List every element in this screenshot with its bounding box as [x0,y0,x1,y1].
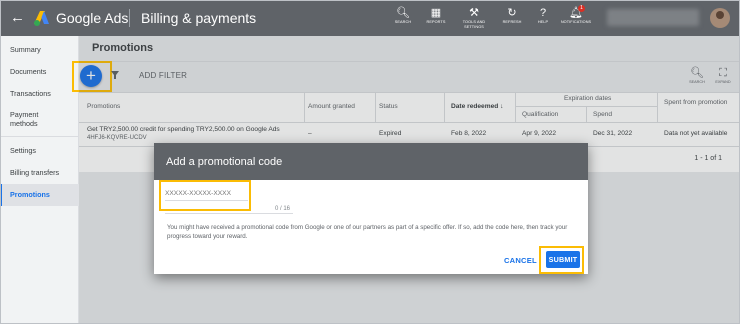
promo-code-input[interactable] [165,187,248,201]
sidebar-item-payment-methods[interactable]: Payment methods [0,110,60,130]
search-tool-button[interactable]: 🔍︎ SEARCH [386,6,420,25]
avatar[interactable] [710,8,730,28]
sidebar-divider [0,136,79,137]
sidebar-item-billing-transfers[interactable]: Billing transfers [0,168,79,179]
sidebar-item-transactions[interactable]: Transactions [0,89,79,100]
refresh-icon: ↻ [507,7,517,19]
google-ads-logo-icon [34,11,49,26]
top-bar: ← Google Ads Billing & payments 🔍︎ SEARC… [0,0,740,36]
refresh-tool-label: REFRESH [502,20,522,24]
cancel-button[interactable]: CANCEL [504,256,537,265]
tools-settings-label: TOOLS AND SETTINGS [462,20,486,29]
sidebar-item-documents[interactable]: Documents [0,67,79,78]
reports-tool-label: REPORTS [426,20,446,24]
bell-icon: 🔔︎ [569,7,583,19]
input-underline [165,213,293,214]
dialog-header: Add a promotional code [154,143,588,180]
notifications-tool-label: NOTIFICATIONS [560,20,592,24]
help-tool-button[interactable]: ? HELP [526,6,560,25]
help-tool-label: HELP [537,20,549,24]
sidebar: Summary Documents Transactions Payment m… [0,36,79,324]
reports-tool-button[interactable]: ▦ REPORTS [419,6,453,25]
dialog-help-text: You might have received a promotional co… [167,224,568,240]
account-info[interactable] [607,9,699,26]
wrench-icon: ⚒ [469,7,479,19]
app-title[interactable]: Google Ads [56,9,128,27]
notifications-tool-button[interactable]: 🔔︎ 1 NOTIFICATIONS [559,5,593,25]
reports-icon: ▦ [430,7,442,19]
dialog-title: Add a promotional code [166,156,283,168]
add-promo-code-dialog: Add a promotional code 0 / 16 You might … [154,143,588,274]
help-icon: ? [539,7,547,19]
sidebar-item-promotions[interactable]: Promotions [0,184,79,206]
search-tool-label: SEARCH [394,20,412,24]
title-divider [129,9,130,27]
back-arrow-icon[interactable]: ← [10,9,25,27]
submit-button[interactable]: SUBMIT [546,251,580,268]
search-icon: 🔍︎ [396,7,410,19]
sidebar-item-summary[interactable]: Summary [0,45,79,56]
tools-settings-button[interactable]: ⚒ TOOLS AND SETTINGS [457,6,491,30]
notification-count-badge: 1 [578,5,585,12]
refresh-tool-button[interactable]: ↻ REFRESH [495,6,529,25]
character-counter: 0 / 16 [275,206,291,212]
page-heading: Billing & payments [141,10,257,26]
sidebar-item-settings[interactable]: Settings [0,146,79,157]
